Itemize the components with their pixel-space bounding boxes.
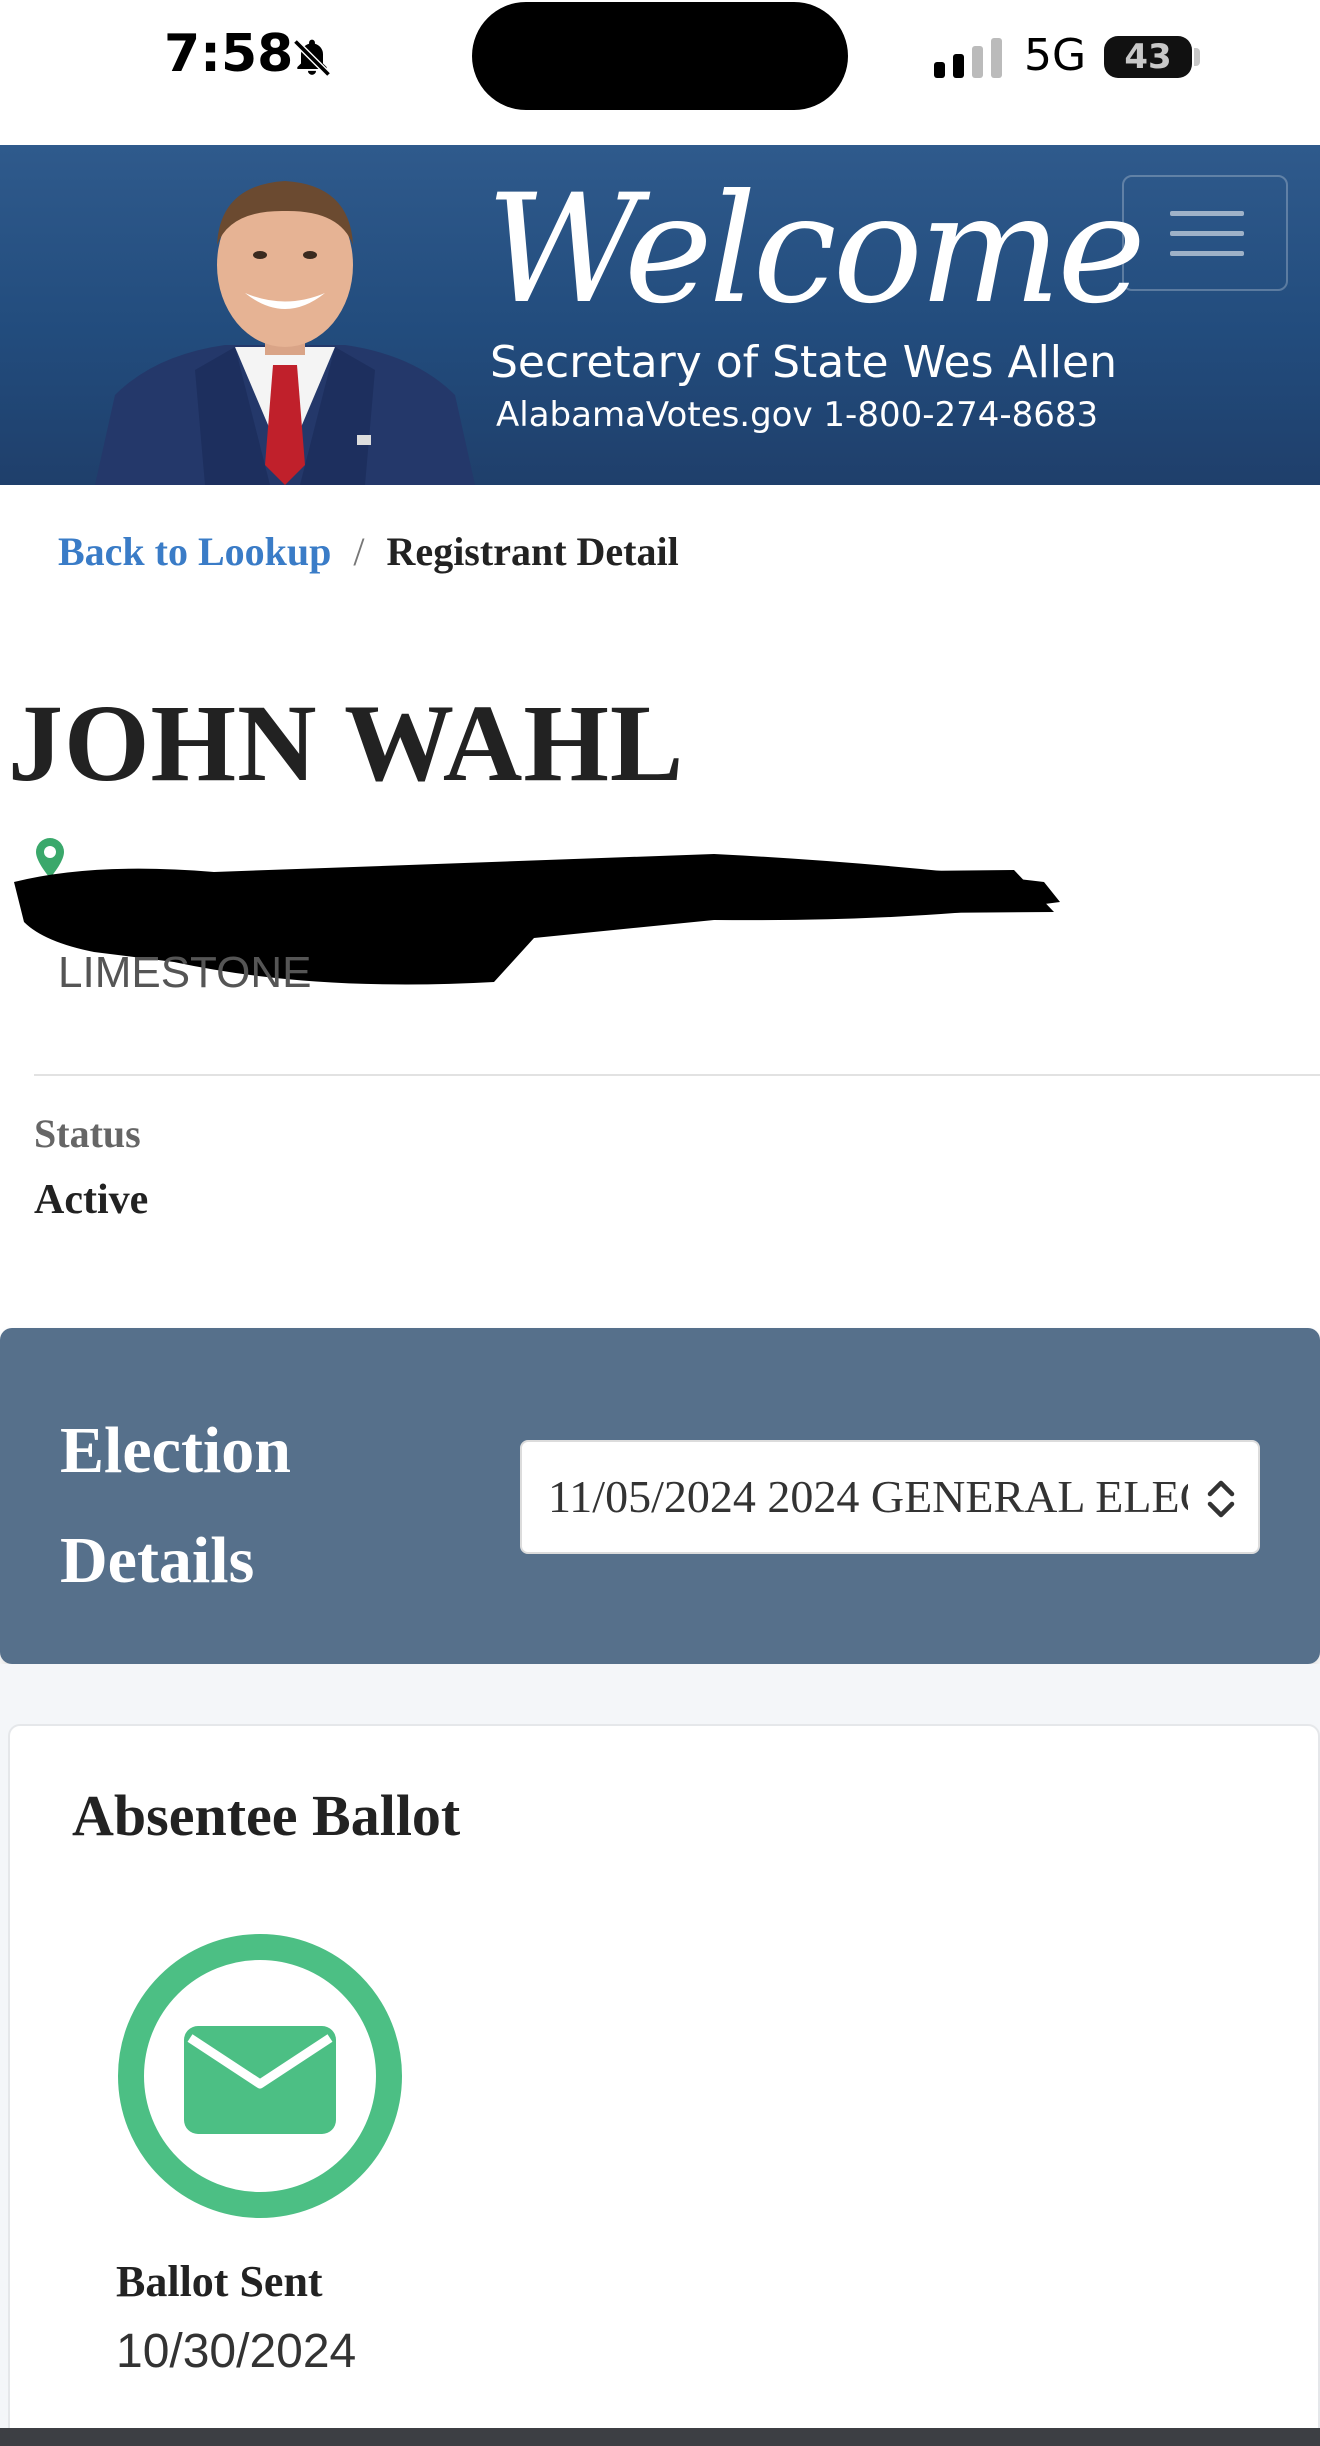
registrant-name: JOHN WAHL	[8, 682, 685, 804]
banner-contact: AlabamaVotes.gov 1-800-274-8683	[496, 395, 1099, 435]
ballot-status-date: 10/30/2024	[116, 2325, 357, 2378]
county-name: LIMESTONE	[58, 948, 312, 997]
banner-subtitle: Secretary of State Wes Allen	[490, 337, 1117, 388]
mail-icon	[118, 1934, 402, 2218]
welcome-heading: Welcome	[486, 163, 1146, 337]
status-time: 7:58	[164, 24, 294, 84]
breadcrumb-separator: /	[353, 529, 365, 574]
network-label: 5G	[1024, 30, 1087, 81]
hamburger-menu-button[interactable]	[1122, 175, 1288, 291]
breadcrumb: Back to Lookup / Registrant Detail	[58, 528, 679, 575]
status-label: Status	[34, 1111, 141, 1156]
secretary-portrait	[95, 181, 475, 485]
bottom-bar	[0, 2428, 1320, 2446]
absentee-ballot-title: Absentee Ballot	[72, 1783, 461, 1848]
election-select[interactable]: 11/05/2024 2024 GENERAL ELECTION	[520, 1440, 1260, 1554]
hamburger-menu-icon	[1170, 231, 1244, 236]
bell-slash-icon	[293, 39, 331, 77]
dynamic-island	[472, 2, 848, 110]
divider	[34, 1074, 1320, 1076]
status-value: Active	[34, 1177, 149, 1223]
election-details-panel: Election Details 11/05/2024 2024 GENERAL…	[0, 1328, 1320, 1664]
election-details-title: Election Details	[60, 1414, 291, 1597]
ballot-status-label: Ballot Sent	[116, 2257, 323, 2306]
hamburger-menu-icon	[1170, 211, 1244, 216]
back-to-lookup-link[interactable]: Back to Lookup	[58, 529, 331, 574]
battery-tip	[1194, 48, 1200, 66]
breadcrumb-current: Registrant Detail	[386, 529, 679, 574]
hamburger-menu-icon	[1170, 251, 1244, 256]
select-arrows-icon	[1207, 1480, 1235, 1518]
cellular-signal-icon	[934, 38, 1002, 78]
header-banner: Welcome Secretary of State Wes Allen Ala…	[0, 145, 1320, 485]
absentee-ballot-card: Absentee Ballot Ballot Sent 10/30/2024	[8, 1724, 1320, 2446]
election-select-value: 11/05/2024 2024 GENERAL ELECTION	[548, 1471, 1188, 1522]
battery-icon: 43	[1104, 36, 1192, 78]
phone-status-bar: 7:58 5G 43	[0, 0, 1320, 145]
